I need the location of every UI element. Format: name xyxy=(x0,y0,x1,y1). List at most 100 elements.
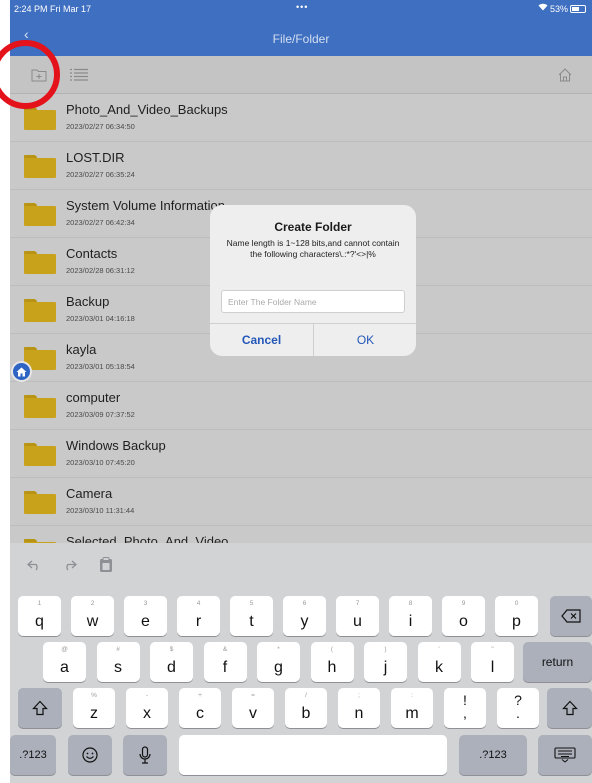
key-label: z xyxy=(90,705,98,722)
folder-name: LOST.DIR xyxy=(66,150,125,165)
key-row2-1[interactable]: # s xyxy=(96,642,140,682)
key-label: f xyxy=(222,659,228,676)
key-label: o xyxy=(459,613,468,630)
numbers-key-left[interactable]: .?123 xyxy=(10,735,56,775)
key-row1-0[interactable]: 1q xyxy=(18,596,61,636)
cancel-button[interactable]: Cancel xyxy=(210,324,313,356)
key-label: v xyxy=(249,705,257,722)
battery-percent: 53% xyxy=(550,4,569,14)
key-row2-5[interactable]: (h xyxy=(310,642,354,682)
key-hint: 6 xyxy=(302,600,307,607)
clipboard-icon xyxy=(100,557,112,572)
key-hint: ( xyxy=(330,646,334,653)
key-row2-2[interactable]: $ d xyxy=(150,642,193,682)
floating-home-button[interactable] xyxy=(11,361,32,382)
key-label: r xyxy=(195,613,202,630)
undo-icon xyxy=(27,560,38,571)
file-list-item[interactable]: Selected_Photo_And_Video xyxy=(10,526,592,543)
ok-button[interactable]: OK xyxy=(314,324,416,356)
key-row2-0[interactable]: @ a xyxy=(43,642,86,682)
key-hint: 3 xyxy=(143,600,148,607)
key-row3-6[interactable]: :m xyxy=(391,688,433,728)
file-list-item[interactable]: LOST.DIR 2023/02/27 06:35:24 xyxy=(10,142,592,190)
hide-keyboard-key[interactable] xyxy=(538,735,592,775)
key-row1-7[interactable]: 8i xyxy=(389,596,432,636)
key-label: i xyxy=(408,613,413,630)
key-hint: # xyxy=(116,646,120,653)
folder-date: 2023/02/27 06:34:50 xyxy=(66,122,135,131)
key-hint: $ xyxy=(169,646,174,653)
on-screen-keyboard: return .?123 .?123 1 q 2 w 3 e 4 r 5 t 6… xyxy=(10,587,592,783)
key-label: p xyxy=(512,613,521,630)
key-hint: = xyxy=(251,692,255,699)
key-row1-5[interactable]: 6y xyxy=(283,596,326,636)
key-row2-4[interactable]: * g xyxy=(257,642,300,682)
key-hint: ' xyxy=(438,646,440,653)
key-row3-8[interactable]: ? . xyxy=(497,688,539,728)
key-row1-1[interactable]: 2w xyxy=(71,596,114,636)
folder-icon xyxy=(24,107,56,130)
undo-button[interactable] xyxy=(24,555,44,575)
key-hint: : xyxy=(411,692,413,699)
page-title: File/Folder xyxy=(272,32,330,46)
key-row3-7[interactable]: ! , xyxy=(444,688,486,728)
folder-name: Contacts xyxy=(66,246,118,261)
return-key[interactable]: return xyxy=(523,642,592,682)
key-row3-3[interactable]: = v xyxy=(232,688,274,728)
shift-key-left[interactable] xyxy=(18,688,62,728)
key-row2-6[interactable]: ) j xyxy=(364,642,407,682)
key-label: j xyxy=(383,659,388,676)
key-row1-9[interactable]: 0p xyxy=(495,596,538,636)
file-list-item[interactable]: Photo_And_Video_Backups 2023/02/27 06:34:… xyxy=(10,94,592,142)
key-row1-2[interactable]: 3e xyxy=(124,596,167,636)
key-label: c xyxy=(196,705,204,722)
key-row2-8[interactable]: " l xyxy=(471,642,514,682)
multitasking-dots[interactable]: ••• xyxy=(296,2,308,12)
key-hint: 8 xyxy=(408,600,413,607)
key-label: y xyxy=(300,613,309,630)
dictation-key[interactable] xyxy=(123,735,167,775)
shift-key-right[interactable] xyxy=(547,688,592,728)
key-row2-3[interactable]: & f xyxy=(203,642,247,682)
dialog-title: Create Folder xyxy=(274,220,352,234)
key-label: ? . xyxy=(514,692,522,721)
numbers-key-right[interactable]: .?123 xyxy=(459,735,527,775)
dialog-message: Name length is 1~128 bits,and cannot con… xyxy=(226,238,400,259)
key-hint: % xyxy=(91,692,97,699)
file-list-item[interactable]: Camera 2023/03/10 11:31:44 xyxy=(10,478,592,526)
redo-button[interactable] xyxy=(60,555,80,575)
delete-key[interactable] xyxy=(550,596,592,636)
key-row1-3[interactable]: 4r xyxy=(177,596,220,636)
wifi-icon xyxy=(538,3,548,13)
key-hint: @ xyxy=(61,646,68,653)
space-key[interactable] xyxy=(179,735,447,775)
key-hint: 5 xyxy=(249,600,254,607)
folder-name: computer xyxy=(66,390,121,405)
shift-icon xyxy=(32,700,48,716)
key-hint: - xyxy=(145,692,149,699)
key-hint: 1 xyxy=(37,600,42,607)
key-row3-2[interactable]: + c xyxy=(179,688,221,728)
list-view-button[interactable] xyxy=(66,64,92,86)
key-row3-0[interactable]: % z xyxy=(73,688,115,728)
emoji-key[interactable] xyxy=(68,735,112,775)
key-row1-8[interactable]: 9o xyxy=(442,596,485,636)
key-row3-4[interactable]: / b xyxy=(285,688,327,728)
folder-name: Backup xyxy=(66,294,110,309)
folder-name: System Volume Information xyxy=(66,198,225,213)
paste-button[interactable] xyxy=(96,555,116,575)
home-button[interactable] xyxy=(554,64,576,86)
key-hint: 2 xyxy=(90,600,95,607)
status-bar: 2:24 PM Fri Mar 17 ••• 53% xyxy=(10,0,592,22)
key-row1-4[interactable]: 5t xyxy=(230,596,273,636)
file-list-item[interactable]: computer 2023/03/09 07:37:52 xyxy=(10,382,592,430)
folder-name-input[interactable]: Enter The Folder Name xyxy=(221,290,405,313)
file-list-item[interactable]: Windows Backup 2023/03/10 07:45:20 xyxy=(10,430,592,478)
key-row3-1[interactable]: -x xyxy=(126,688,168,728)
key-row3-5[interactable]: ; n xyxy=(338,688,380,728)
key-label: s xyxy=(114,659,122,676)
key-row2-7[interactable]: ' k xyxy=(417,642,461,682)
nav-bar: ‹ File/Folder xyxy=(10,22,592,56)
key-hint: " xyxy=(491,646,494,653)
key-row1-6[interactable]: 7u xyxy=(336,596,379,636)
